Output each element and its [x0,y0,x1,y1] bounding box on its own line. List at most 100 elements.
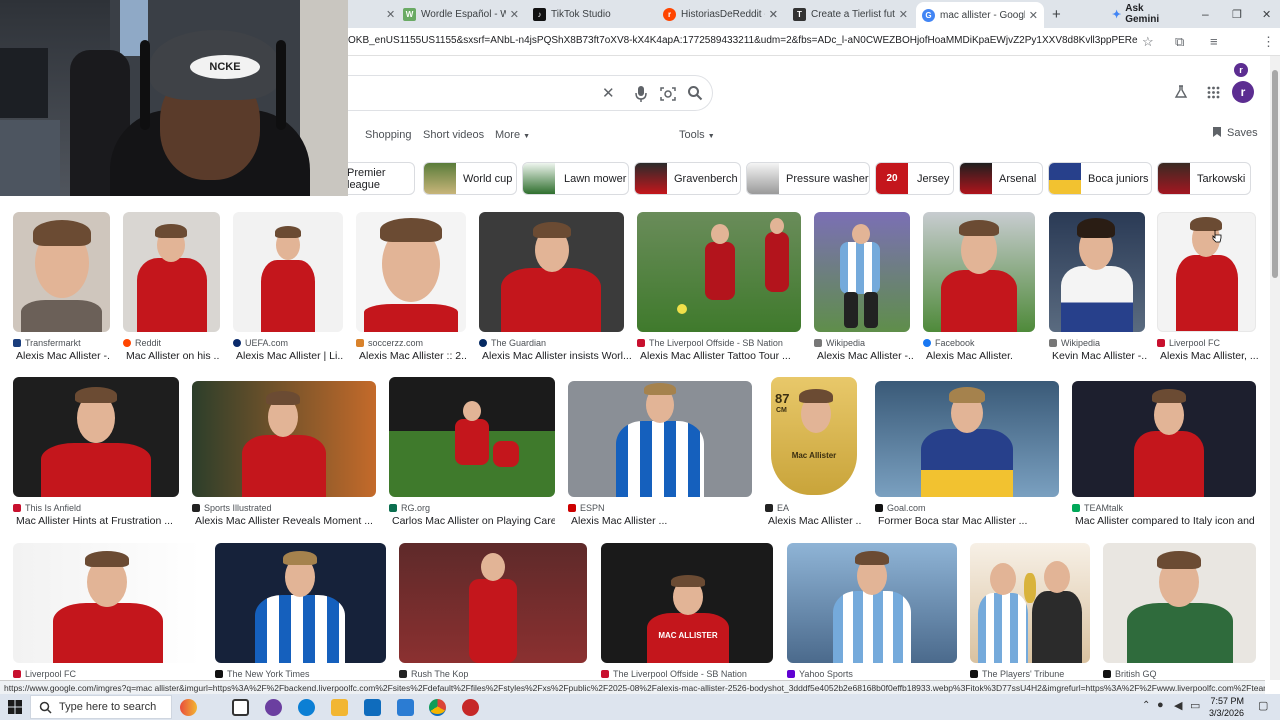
result-thumbnail[interactable]: 87 CM Mac Allister [765,377,862,497]
image-result[interactable]: TEAMtalk Mac Allister compared to Italy … [1072,381,1256,529]
result-title[interactable]: Alexis Mac Allister -... [16,350,110,362]
result-title[interactable]: Carlos Mac Allister on Playing Care... [392,515,555,527]
new-tab-button[interactable]: + [1046,4,1068,24]
chip-arsenal[interactable]: Arsenal [959,162,1043,195]
tab-reddit[interactable]: r HistoriasDeReddit - Un ✕ [657,4,784,24]
voice-search-icon[interactable] [634,85,648,103]
result-thumbnail[interactable] [1103,543,1256,663]
result-thumbnail[interactable] [215,543,386,663]
result-title[interactable]: Alexis Mac Allister :: 2... [359,350,466,362]
result-thumbnail[interactable] [389,377,555,497]
ask-gemini-button[interactable]: ✦ Ask Gemini [1106,3,1176,25]
result-thumbnail[interactable] [192,381,376,497]
image-result[interactable]: British GQ [1103,543,1256,679]
tools-button[interactable]: Tools ▼ [679,129,715,141]
google-account-avatar[interactable]: r [1232,81,1254,103]
close-icon[interactable]: ✕ [510,8,519,21]
result-thumbnail[interactable] [875,381,1059,497]
obs-icon[interactable] [462,699,479,716]
browser-profile-avatar[interactable]: r [1234,63,1248,77]
image-result[interactable]: Facebook Alexis Mac Allister. [923,212,1035,364]
result-title[interactable]: Alexis Mac Allister Reveals Moment ... [195,515,376,527]
scrollbar-thumb[interactable] [1272,70,1278,278]
copilot-icon[interactable] [265,699,282,716]
taskbar-search-input[interactable]: Type here to search [30,695,172,719]
result-thumbnail[interactable] [787,543,957,663]
close-icon[interactable]: ✕ [769,8,778,21]
result-thumbnail[interactable] [1072,381,1256,497]
tab-google-search[interactable]: G mac allister - Google S ✕ [916,2,1044,28]
image-result[interactable]: Transfermarkt Alexis Mac Allister -... [13,212,110,364]
chip-world-cup[interactable]: World cup [423,162,517,195]
address-bar-url[interactable]: OKB_enUS1155US1155&sxsrf=ANbL-n4jsPQShX8… [348,35,1138,46]
result-title[interactable]: Alexis Mac Allister, ... [1160,350,1260,362]
close-icon[interactable]: ✕ [1029,9,1038,22]
image-result[interactable]: Wikipedia Alexis Mac Allister -... [814,212,913,364]
result-thumbnail[interactable] [13,377,179,497]
bookmark-star-icon[interactable]: ☆ [1142,34,1154,50]
chip-tarkowski[interactable]: Tarkowski [1157,162,1251,195]
speaker-icon[interactable]: ◀ [1174,699,1182,712]
tab-tiermaker[interactable]: T Create a Tierlist futbol ✕ [787,4,914,24]
cast-icon[interactable]: ⧉ [1175,34,1184,50]
notification-icon[interactable]: ▢ [1258,699,1268,712]
chip-lawn-mower[interactable]: Lawn mower [522,162,629,195]
media-controls-icon[interactable]: ≡ [1210,34,1218,49]
result-thumbnail[interactable] [568,381,752,497]
result-thumbnail[interactable] [637,212,801,332]
image-result[interactable]: MAC ALLISTER The Liverpool Offside - SB … [601,543,773,679]
filter-short-videos[interactable]: Short videos [423,129,484,141]
tab-close-icon[interactable]: ✕ [380,4,395,24]
minimize-button[interactable]: – [1196,4,1212,24]
image-result[interactable]: Sports Illustrated Alexis Mac Allister R… [192,381,376,529]
labs-flask-icon[interactable] [1174,85,1188,99]
image-result[interactable]: Liverpool FC Alexis Mac Allister, ... [1157,212,1259,364]
result-title[interactable]: Alexis Mac Allister Tattoo Tour ... [640,350,801,362]
page-scrollbar[interactable] [1270,56,1280,680]
edge-icon[interactable] [298,699,315,716]
result-title[interactable]: Alexis Mac Allister. [926,350,1035,362]
image-result[interactable]: soccerzz.com Alexis Mac Allister :: 2... [356,212,466,364]
result-title[interactable]: Former Boca star Mac Allister ... [878,515,1059,527]
result-title[interactable]: Alexis Mac Allister -... [817,350,913,362]
restore-button[interactable]: ❐ [1226,4,1242,24]
network-icon[interactable]: ▭ [1190,699,1200,712]
menu-kebab-icon[interactable]: ⋮ [1262,34,1275,50]
mail-icon[interactable] [397,699,414,716]
result-thumbnail[interactable]: MAC ALLISTER [601,543,773,663]
chip-gravenberch[interactable]: Gravenberch [634,162,741,195]
close-window-button[interactable]: ✕ [1256,4,1272,24]
image-result[interactable]: Yahoo Sports [787,543,957,679]
file-explorer-icon[interactable] [331,699,348,716]
result-thumbnail[interactable] [1157,212,1256,332]
result-thumbnail[interactable] [233,212,343,332]
result-title[interactable]: Mac Allister Hints at Frustration ... [16,515,179,527]
saves-button[interactable]: Saves [1213,127,1258,139]
result-thumbnail[interactable] [13,543,201,663]
widgets-icon[interactable] [180,699,197,716]
result-title[interactable]: Alexis Mac Allister ... [571,515,752,527]
image-result[interactable]: 87 CM Mac Allister EA Alexis Mac Alliste… [765,377,862,529]
result-thumbnail[interactable] [923,212,1035,332]
image-result[interactable]: The New York Times [215,543,386,679]
search-box[interactable]: ✕ [340,75,713,111]
image-result[interactable]: Reddit Mac Allister on his ... [123,212,220,364]
result-title[interactable]: Alexis Mac Allister ... [768,515,862,527]
result-thumbnail[interactable] [123,212,220,332]
image-result[interactable]: Wikipedia Kevin Mac Allister -... [1049,212,1148,364]
image-result[interactable]: ESPN Alexis Mac Allister ... [568,381,752,529]
chip-boca-juniors[interactable]: Boca juniors [1048,162,1152,195]
image-result[interactable]: Goal.com Former Boca star Mac Allister .… [875,381,1059,529]
result-thumbnail[interactable] [356,212,466,332]
image-result[interactable]: RG.org Carlos Mac Allister on Playing Ca… [389,377,555,529]
image-result[interactable]: This Is Anfield Mac Allister Hints at Fr… [13,377,179,529]
tray-chevron-icon[interactable]: ⌃ [1142,700,1150,711]
result-title[interactable]: Kevin Mac Allister -... [1052,350,1148,362]
taskbar-clock[interactable]: 7:57 PM 3/3/2026 [1204,695,1244,719]
search-icon[interactable] [687,85,703,101]
image-result[interactable]: The Players' Tribune [970,543,1090,679]
store-icon[interactable] [364,699,381,716]
close-icon[interactable]: ✕ [899,8,908,21]
result-title[interactable]: Mac Allister on his ... [126,350,220,362]
result-thumbnail[interactable] [399,543,587,663]
